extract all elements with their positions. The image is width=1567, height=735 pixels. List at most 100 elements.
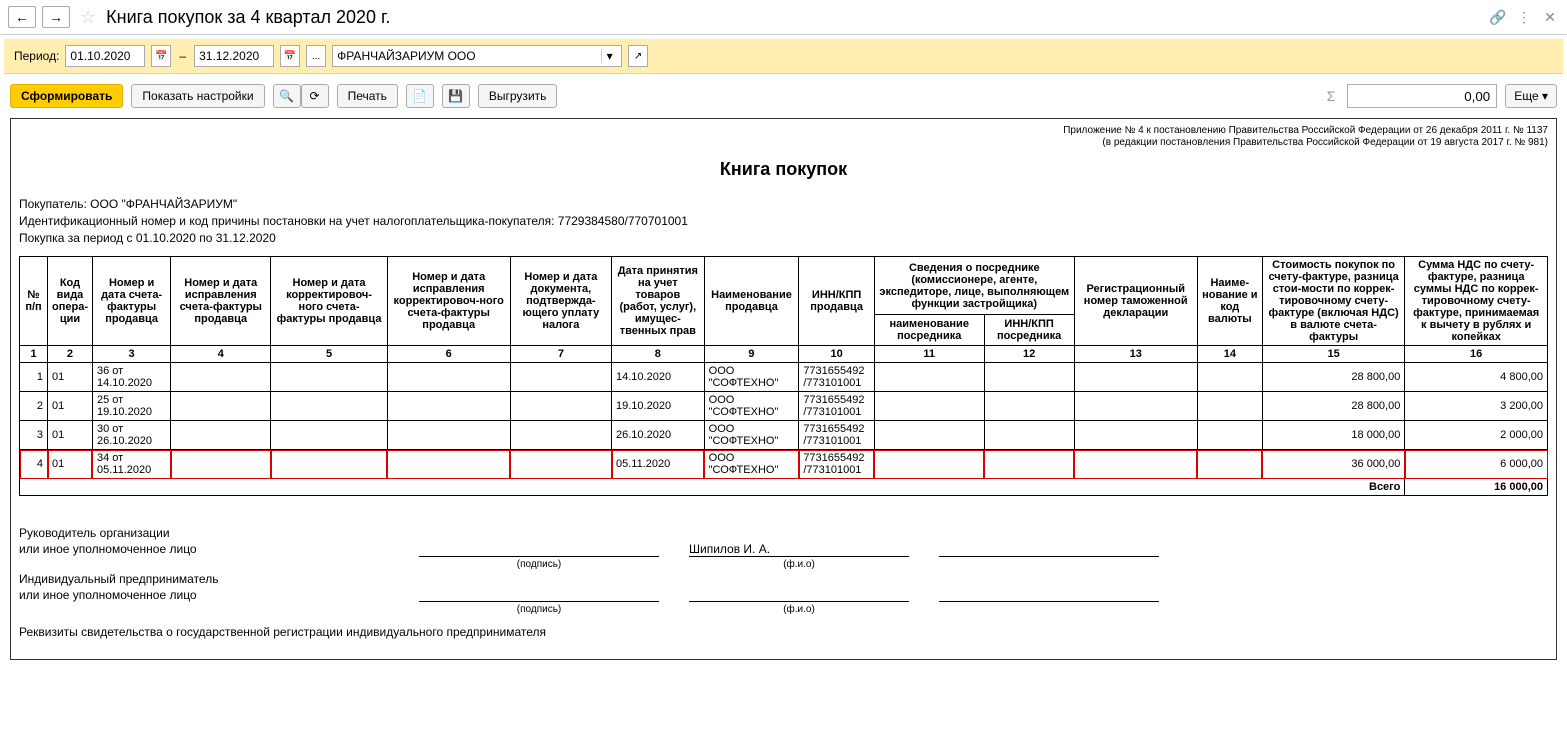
col-number: 4 [171,346,271,363]
cell [1074,421,1197,450]
date-from-input[interactable] [65,45,145,67]
regulation-note: Приложение № 4 к постановлению Правитель… [19,125,1548,149]
organization-value: ФРАНЧАЙЗАРИУМ ООО [337,49,475,63]
cell: 01 [48,421,93,450]
period-more-button[interactable]: ... [306,45,326,67]
col-number: 14 [1197,346,1262,363]
cell [1197,421,1262,450]
table-row[interactable]: 10136 от 14.10.202014.10.2020ООО "СОФТЕХ… [20,363,1548,392]
col-number: 13 [1074,346,1197,363]
total-value: 16 000,00 [1405,479,1548,496]
more-button[interactable]: Еще ▾ [1505,84,1557,108]
period-dash: – [179,49,186,63]
col-header: Наименование продавца [704,257,799,346]
organization-open-button[interactable]: ↗ [628,45,648,67]
table-row[interactable]: 40134 от 05.11.202005.11.2020ООО "СОФТЕХ… [20,450,1548,479]
ip-label-2: или иное уполномоченное лицо [19,588,419,602]
cell: 14.10.2020 [612,363,705,392]
cell [171,392,271,421]
table-row[interactable]: 30130 от 26.10.202026.10.2020ООО "СОФТЕХ… [20,421,1548,450]
cell: 34 от 05.11.2020 [92,450,170,479]
col-number: 1 [20,346,48,363]
ip-extra-line [939,588,1159,602]
forward-button[interactable]: → [42,6,70,28]
cell [271,392,387,421]
signature-block: Руководитель организации или иное уполно… [19,526,1548,639]
cell [387,363,510,392]
cell [510,421,611,450]
cell: 01 [48,450,93,479]
cell [1074,450,1197,479]
col-header: наименование посредника [874,314,984,345]
cell: ООО "СОФТЕХНО" [704,363,799,392]
sign-caption: (подпись) [419,559,659,570]
sigma-icon: Σ [1327,88,1336,104]
cell: 30 от 26.10.2020 [92,421,170,450]
organization-select[interactable]: ФРАНЧАЙЗАРИУМ ООО ▾ [332,45,622,67]
cell [874,421,984,450]
col-header: № п/п [20,257,48,346]
page-title: Книга покупок за 4 квартал 2020 г. [106,7,1483,28]
form-button[interactable]: Сформировать [10,84,123,108]
show-settings-button[interactable]: Показать настройки [131,84,264,108]
date-from-calendar-icon[interactable]: 📅 [151,45,171,67]
report-info: Покупатель: ООО "ФРАНЧАЙЗАРИУМ" Идентифи… [19,196,1548,246]
favorite-icon[interactable]: ☆ [80,7,96,28]
cell [171,450,271,479]
registration-line: Реквизиты свидетельства о государственно… [19,625,1159,639]
cell: 05.11.2020 [612,450,705,479]
preview-button[interactable]: 📄 [406,84,434,108]
col-header: Номер и дата исправления счета-фактуры п… [171,257,271,346]
col-number: 11 [874,346,984,363]
total-label: Всего [20,479,1405,496]
cell: ООО "СОФТЕХНО" [704,421,799,450]
sum-field[interactable] [1347,84,1497,108]
menu-icon[interactable]: ⋮ [1515,8,1533,26]
col-header: Дата принятия на учет товаров (работ, ус… [612,257,705,346]
cell: 7731655492 /773101001 [799,363,875,392]
cell [387,392,510,421]
cell [510,363,611,392]
cell [984,392,1074,421]
export-button[interactable]: Выгрузить [478,84,558,108]
cell: 2 [20,392,48,421]
cell [984,450,1074,479]
col-number: 3 [92,346,170,363]
save-button[interactable]: 💾 [442,84,470,108]
date-to-calendar-icon[interactable]: 📅 [280,45,300,67]
cell: 2 000,00 [1405,421,1548,450]
cell [171,421,271,450]
cell: 19.10.2020 [612,392,705,421]
refresh-button[interactable]: ⟳ [301,84,329,108]
col-number: 8 [612,346,705,363]
back-button[interactable]: ← [8,6,36,28]
cell: 01 [48,392,93,421]
col-number: 5 [271,346,387,363]
col-header: Сумма НДС по счету-фактуре, разница сумм… [1405,257,1548,346]
ip-label: Индивидуальный предприниматель [19,572,419,586]
col-header: Регистрационный номер таможенной деклара… [1074,257,1197,346]
print-button[interactable]: Печать [337,84,398,108]
date-to-input[interactable] [194,45,274,67]
table-row[interactable]: 20125 от 19.10.202019.10.2020ООО "СОФТЕХ… [20,392,1548,421]
cell [510,392,611,421]
cell [984,363,1074,392]
link-icon[interactable]: 🔗 [1489,8,1507,26]
window-header: ← → ☆ Книга покупок за 4 квартал 2020 г.… [0,0,1567,35]
close-icon[interactable]: ✕ [1541,8,1559,26]
col-number: 6 [387,346,510,363]
head-label: Руководитель организации [19,526,419,540]
cell: 3 200,00 [1405,392,1548,421]
cell [510,450,611,479]
head-sign-line [419,542,659,557]
cell: 1 [20,363,48,392]
cell [271,421,387,450]
fio-caption: (ф.и.о) [689,604,909,615]
col-number: 12 [984,346,1074,363]
col-header: Стоимость покупок по счету-фактуре, разн… [1262,257,1404,346]
find-button[interactable]: 🔍 [273,84,301,108]
cell [271,450,387,479]
cell: 7731655492 /773101001 [799,450,875,479]
cell: 01 [48,363,93,392]
ip-sign-line [419,588,659,602]
